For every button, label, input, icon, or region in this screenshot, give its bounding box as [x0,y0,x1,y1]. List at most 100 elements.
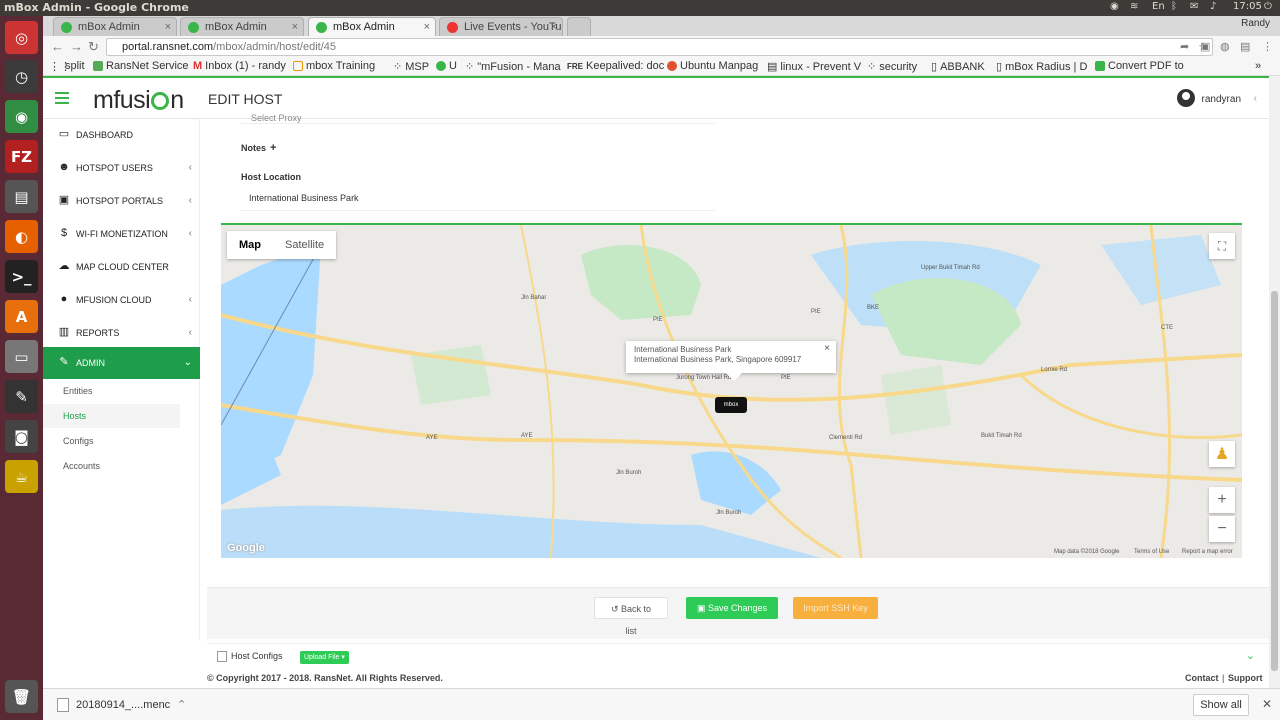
add-note-button[interactable]: + [270,142,276,154]
camera-icon[interactable]: ◙ [5,420,38,453]
zoom-out-button[interactable]: − [1209,516,1235,542]
close-tab-icon[interactable]: × [292,18,298,36]
sidebar-item-hotspot-users[interactable]: ☻ HOTSPOT USERS ‹ [43,152,200,184]
volume-icon[interactable]: ♪ [1210,1,1216,12]
sidebar-item-admin[interactable]: ✎ ADMIN ⌄ [43,347,200,379]
download-filename[interactable]: 20180914_....menc [76,699,170,711]
reload-icon[interactable]: ↻ [88,39,99,55]
pegman-icon[interactable]: ♟ [1209,441,1235,467]
editor-icon[interactable]: ✎ [5,380,38,413]
chrome-launcher-icon[interactable]: ◎ [5,21,38,54]
bookmark-8[interactable]: FRE Keepalived: doc [567,60,664,72]
expand-chevron-icon[interactable]: ⌄ [1246,649,1255,662]
satellite-view-button[interactable]: Satellite [273,231,336,259]
extension-icon-2[interactable]: ◍ [1220,40,1230,53]
tab-1[interactable]: mBox Admin × [53,17,177,36]
forward-icon[interactable]: → [70,39,83,54]
sidebar-item-mfusion-cloud[interactable]: ● MFUSION CLOUD ‹ [43,284,200,316]
sidebar-item-wifi-monetization[interactable]: $ WI-FI MONETIZATION ‹ [43,218,200,250]
terminal-icon[interactable]: >_ [5,260,38,293]
bookmark-3[interactable]: M Inbox (1) - randy [193,60,286,72]
sidebar-item-reports[interactable]: ▥ REPORTS ‹ [43,317,200,349]
chrome-launcher-icon-2[interactable]: ◉ [5,100,38,133]
close-info-icon[interactable]: × [824,344,830,354]
wifi-icon[interactable]: ≋ [1130,1,1138,12]
username[interactable]: randyran [1202,94,1241,105]
power-icon[interactable]: ⏻ [1264,1,1272,12]
support-link[interactable]: Support [1228,673,1263,683]
host-location-input[interactable]: International Business Park [241,186,715,211]
download-menu-chevron-icon[interactable]: ⌃ [177,698,186,711]
page-scrollbar[interactable] [1269,76,1280,688]
fullscreen-icon[interactable]: ⛶ [1209,233,1235,259]
mfusion-logo[interactable]: mfusi n [93,86,184,115]
new-tab-button[interactable] [567,17,591,36]
browser-user[interactable]: Randy [1241,18,1270,29]
sidebar-sub-accounts[interactable]: Accounts [63,454,200,478]
close-tab-icon[interactable]: × [165,18,171,36]
lang-indicator[interactable]: En [1152,1,1165,12]
extension-icon-3[interactable]: ▤ [1240,40,1250,53]
scrollbar-thumb[interactable] [1271,291,1278,671]
bookmark-7[interactable]: ⁘ "mFusion - Mana [465,60,561,74]
bookmark-6[interactable]: U [436,60,457,72]
show-all-button[interactable]: Show all [1193,694,1249,716]
close-tab-icon[interactable]: × [424,18,430,36]
user-menu-chevron-icon[interactable]: ‹ [1254,93,1257,104]
zoom-in-button[interactable]: + [1209,487,1235,513]
clock-launcher-icon[interactable]: ◷ [5,60,38,93]
tab-4[interactable]: Live Events - YouTu × [439,17,563,36]
map-canvas[interactable] [221,225,1242,558]
tab-2[interactable]: mBox Admin × [180,17,304,36]
bookmark-2[interactable]: RansNet Service [93,60,189,72]
sidebar-sub-hosts[interactable]: Hosts [43,404,180,428]
bookmark-4[interactable]: mbox Training [293,60,375,72]
contact-link[interactable]: Contact [1185,673,1219,683]
teapot-icon[interactable]: ☕ [5,460,38,493]
sidebar-sub-configs[interactable]: Configs [63,429,200,453]
software-icon[interactable]: A [5,300,38,333]
bookmark-10[interactable]: ▤ linux - Prevent V [767,60,861,74]
host-marker-icon[interactable]: mbox [715,397,747,413]
report-error-link[interactable]: Report a map error [1182,549,1233,555]
tab-3[interactable]: mBox Admin × [308,17,436,36]
proxy-select[interactable]: Select Proxy [251,114,302,123]
chrome-tray-icon[interactable]: ◉ [1110,1,1119,12]
terms-link[interactable]: Terms of Use [1134,549,1169,555]
back-icon[interactable]: ← [51,39,64,54]
bookmark-1[interactable]: split [65,60,85,72]
close-download-bar-icon[interactable]: ✕ [1262,697,1272,711]
save-changes-button[interactable]: ▣ Save Changes [686,597,778,619]
mail-icon[interactable]: ✉ [1190,1,1198,12]
firefox-icon[interactable]: ◐ [5,220,38,253]
back-to-list-button[interactable]: ↺ Back to list [594,597,668,636]
bookmark-13[interactable]: ▯ mBox Radius | D [996,60,1087,74]
bookmark-9[interactable]: Ubuntu Manpag [667,60,758,72]
sidebar-item-hotspot-portals[interactable]: ▣ HOTSPOT PORTALS ‹ [43,185,200,217]
sidebar-item-map-cloud-center[interactable]: ☁ MAP CLOUD CENTER [43,251,200,283]
share-icon[interactable]: ➦ [1180,40,1189,53]
extension-icon[interactable]: ▣ [1200,40,1210,53]
bookmark-12[interactable]: ▯ ABBANK [931,60,985,74]
upload-file-button[interactable]: Upload File ▾ [300,651,349,664]
window-icon[interactable]: ▭ [5,340,38,373]
url-field[interactable]: portal.ransnet.com/mbox/admin/host/edit/… [106,38,1213,56]
hamburger-menu-icon[interactable] [55,92,69,104]
bookmark-11[interactable]: ⁘ security [867,60,917,74]
bookmark-5[interactable]: ⁘ MSP [393,60,429,74]
import-ssh-key-button[interactable]: Import SSH Key [793,597,878,619]
map-view-button[interactable]: Map [227,231,273,259]
sidebar-sub-entities[interactable]: Entities [63,379,200,403]
bookmark-14[interactable]: Convert PDF to [1095,60,1184,72]
sidebar-item-dashboard[interactable]: ▭ DASHBOARD [43,119,200,151]
files-icon[interactable]: ▤ [5,180,38,213]
trash-icon[interactable]: 🗑 [5,680,38,713]
map[interactable]: PIE AYE AYE PIE BKE PIE CTE Jln Bahar Ju… [221,223,1242,558]
user-avatar-icon[interactable] [1177,89,1195,107]
close-tab-icon[interactable]: × [551,18,557,36]
bluetooth-icon[interactable]: ᛒ [1171,1,1177,12]
more-bookmarks-icon[interactable]: » [1255,60,1261,72]
clock-time[interactable]: 17:05 [1233,1,1262,12]
filezilla-icon[interactable]: FZ [5,140,38,173]
menu-icon[interactable]: ⋮ [1262,40,1273,53]
